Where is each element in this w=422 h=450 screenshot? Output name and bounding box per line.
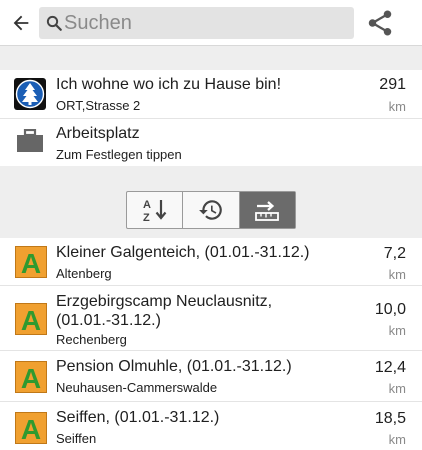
search-input[interactable]: [64, 7, 349, 39]
sort-history-button[interactable]: [183, 192, 240, 228]
svg-text:Z: Z: [143, 212, 150, 223]
list-item[interactable]: A Seiffen, (01.01.-31.12.) Seiffen 18,5 …: [0, 403, 422, 450]
back-button[interactable]: [7, 9, 35, 37]
favorite-title: Ich wohne wo ich zu Hause bin!: [56, 76, 282, 93]
history-icon: [199, 200, 222, 220]
item-subtitle: Neuhausen-Cammerswalde: [56, 380, 218, 395]
item-title: Kleiner Galgenteich, (01.01.-31.12.): [56, 244, 310, 261]
item-subtitle: Rechenberg: [56, 332, 127, 347]
item-title: Seiffen, (01.01.-31.12.): [56, 409, 220, 426]
campsite-icon: A: [15, 412, 47, 444]
home-tree-icon: [14, 78, 46, 110]
favorites-card: Ich wohne wo ich zu Hause bin! ORT,Stras…: [0, 70, 422, 166]
app-bar: [0, 0, 422, 46]
results-list: A Kleiner Galgenteich, (01.01.-31.12.) A…: [0, 238, 422, 450]
item-title: Pension Olmuhle, (01.01.-31.12.): [56, 358, 292, 375]
item-subtitle: Seiffen: [56, 431, 97, 446]
item-distance: 10,0: [374, 301, 406, 318]
campsite-icon: A: [15, 246, 47, 278]
item-distance-unit: km: [388, 432, 406, 447]
sort-toggle-group: A Z: [126, 191, 296, 229]
campsite-icon: A: [15, 361, 47, 393]
list-item[interactable]: A Kleiner Galgenteich, (01.01.-31.12.) A…: [0, 238, 422, 286]
sort-distance-button[interactable]: [239, 192, 295, 228]
favorite-distance: 291: [379, 76, 406, 93]
briefcase-icon: [17, 129, 43, 152]
campsite-icon: A: [15, 303, 47, 335]
item-distance: 12,4: [374, 359, 406, 376]
item-subtitle: Altenberg: [56, 266, 112, 281]
favorite-subtitle: Zum Festlegen tippen: [56, 147, 182, 162]
search-box[interactable]: [39, 7, 354, 39]
svg-text:A: A: [21, 414, 41, 444]
item-distance: 18,5: [374, 410, 406, 427]
svg-text:A: A: [21, 363, 41, 393]
search-icon: [46, 15, 62, 31]
sort-alphabetical-button[interactable]: A Z: [127, 192, 184, 228]
item-title: Erzgebirgscamp Neuclausnitz, (01.01.-31.…: [56, 293, 273, 329]
sort-alpha-icon: A Z: [143, 199, 167, 223]
svg-text:A: A: [21, 305, 41, 335]
sort-distance-icon: [255, 201, 280, 221]
item-distance-unit: km: [388, 267, 406, 282]
share-icon: [368, 10, 392, 36]
favorite-subtitle: ORT,Strasse 2: [56, 98, 141, 113]
favorite-distance-unit: km: [388, 99, 406, 114]
favorite-title: Arbeitsplatz: [56, 125, 140, 142]
list-item[interactable]: A Pension Olmuhle, (01.01.-31.12.) Neuha…: [0, 352, 422, 402]
svg-text:A: A: [21, 248, 41, 278]
share-button[interactable]: [362, 5, 398, 41]
item-distance-unit: km: [388, 381, 406, 396]
item-distance-unit: km: [388, 323, 406, 338]
item-distance: 7,2: [383, 245, 406, 262]
favorite-home-row[interactable]: Ich wohne wo ich zu Hause bin! ORT,Stras…: [0, 70, 422, 118]
arrow-left-icon: [13, 15, 29, 31]
svg-text:A: A: [143, 199, 151, 211]
favorite-work-row[interactable]: Arbeitsplatz Zum Festlegen tippen: [0, 118, 422, 166]
list-item[interactable]: A Erzgebirgscamp Neuclausnitz, (01.01.-3…: [0, 287, 422, 351]
